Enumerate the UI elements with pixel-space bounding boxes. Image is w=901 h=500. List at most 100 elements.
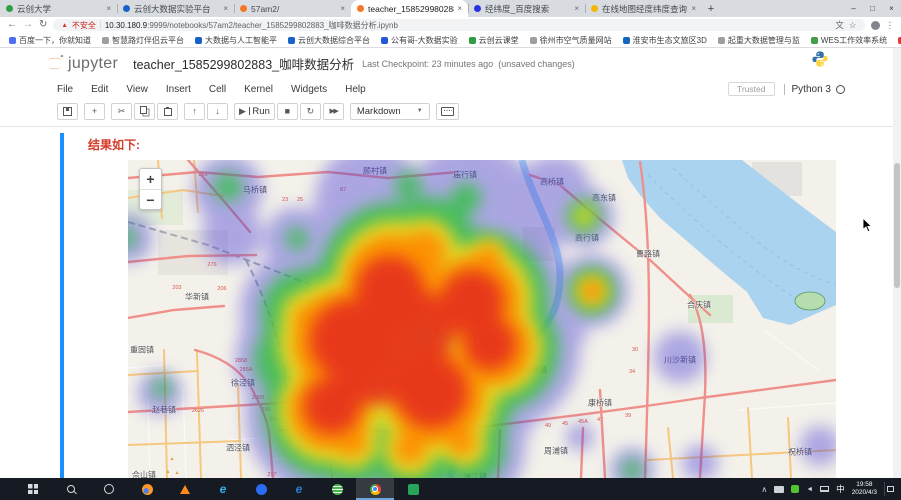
map-road-number: 285A (240, 367, 253, 373)
map-road-number: 39 (625, 413, 631, 419)
heatmap-output[interactable]: 马桥镇顾村镇庙行镇高桥镇高东镇高行镇曹路镇合庆镇华新镇江桥镇重固镇徐泾镇赵巷镇泗… (128, 160, 836, 478)
map-town-label: 康桥镇 (588, 398, 612, 409)
tray-expand-icon[interactable]: ∧ (761, 485, 767, 494)
page-scrollbar[interactable] (893, 48, 901, 478)
bookmark-item[interactable]: 云创云课堂 (469, 35, 519, 46)
menu-cell[interactable]: Cell (209, 84, 226, 95)
menu-help[interactable]: Help (345, 84, 366, 95)
command-palette-button[interactable] (436, 103, 459, 120)
interrupt-kernel-button[interactable]: ■ (277, 103, 298, 120)
touch-keyboard-icon[interactable] (774, 486, 784, 493)
bookmark-item[interactable]: WES工作效率系统 (811, 35, 887, 46)
notebook-menubar: FileEditViewInsertCellKernelWidgetsHelp … (0, 81, 901, 97)
profile-avatar[interactable] (871, 21, 880, 30)
menu-kernel[interactable]: Kernel (244, 84, 273, 95)
mouse-cursor (862, 218, 873, 233)
menu-file[interactable]: File (57, 84, 73, 95)
cortana-button[interactable] (90, 478, 128, 500)
menu-insert[interactable]: Insert (166, 84, 191, 95)
browser-tab[interactable]: 云创大学× (0, 0, 117, 17)
restart-run-all-button[interactable]: ▶▶ (323, 103, 344, 120)
url-input[interactable]: ▲ 不安全 10.30.180.9:9999/notebooks/57am2/t… (53, 19, 864, 31)
map-road-number: 276 (207, 262, 216, 268)
bookmark-item[interactable]: 百度一下，你就知道 (9, 35, 91, 46)
tab-close-icon[interactable]: × (340, 4, 345, 13)
netdisk-button[interactable] (242, 478, 280, 500)
chrome-menu-icon[interactable]: ⋮ (886, 20, 895, 31)
menu-view[interactable]: View (126, 84, 148, 95)
toolbar-separator (0, 126, 893, 127)
menu-edit[interactable]: Edit (91, 84, 108, 95)
bookmark-item[interactable]: 大数据与人工智能平 (195, 35, 277, 46)
bookmark-star-icon[interactable]: ☆ (849, 20, 857, 31)
map-road-number: 293 (269, 417, 278, 423)
ie-button[interactable]: e (204, 478, 242, 500)
scrollbar-thumb[interactable] (894, 163, 900, 288)
vlc-button[interactable] (166, 478, 204, 500)
tab-close-icon[interactable]: × (691, 4, 696, 13)
restart-kernel-button[interactable]: ↻ (300, 103, 321, 120)
browser-tab[interactable]: teacher_1585299802883_咖啡数× (351, 0, 468, 17)
edge-button[interactable]: e (280, 478, 318, 500)
maximize-button[interactable]: □ (863, 0, 882, 17)
close-button[interactable]: × (882, 0, 901, 17)
ie-icon: e (220, 483, 227, 495)
bookmark-label: 淮安市生态文旅区3D (633, 35, 707, 46)
add-cell-button[interactable]: + (84, 103, 105, 120)
map-road-number: 45 (562, 421, 568, 427)
jupyter-wordmark[interactable]: jupyter (68, 55, 118, 73)
cut-cell-button[interactable]: ✂ (111, 103, 132, 120)
tab-favicon (474, 5, 481, 12)
run-cell-button[interactable]: ▶Run (234, 103, 275, 120)
checkpoint-status: Last Checkpoint: 23 minutes ago (unsaved… (362, 59, 575, 69)
new-tab-button[interactable]: + (702, 3, 720, 15)
bookmark-item[interactable]: 智慧路灯伴侣云平台 (102, 35, 184, 46)
tab-close-icon[interactable]: × (106, 4, 111, 13)
bookmark-item[interactable]: 徐州市空气质量网站 (530, 35, 612, 46)
search-button[interactable] (52, 478, 90, 500)
back-icon[interactable]: ← (7, 20, 17, 30)
clock[interactable]: 19:582020/4/3 (852, 481, 877, 497)
forward-icon[interactable]: → (23, 20, 33, 30)
zoom-out-button[interactable]: − (140, 189, 161, 209)
save-button[interactable] (57, 103, 78, 120)
eclipse-button[interactable] (318, 478, 356, 500)
tab-close-icon[interactable]: × (223, 4, 228, 13)
browser-tab[interactable]: 在线地图经度纬度查询 — 经纬× (585, 0, 702, 17)
devtool-button[interactable] (394, 478, 432, 500)
browser-tab[interactable]: 57am2/× (234, 0, 351, 17)
volume-icon[interactable]: ◄ (806, 486, 813, 493)
tab-close-icon[interactable]: × (574, 4, 579, 13)
move-cell-down-button[interactable]: ↓ (207, 103, 228, 120)
trusted-button[interactable]: Trusted (728, 82, 775, 96)
minimize-button[interactable]: – (844, 0, 863, 17)
zoom-in-button[interactable]: + (140, 169, 161, 189)
input-method-indicator[interactable]: 中 (836, 483, 845, 495)
browser-tab[interactable]: 经纬度_百度搜索× (468, 0, 585, 17)
network-icon[interactable] (820, 486, 829, 492)
map-town-label: 周浦镇 (544, 446, 568, 457)
tab-close-icon[interactable]: × (457, 4, 462, 13)
reload-icon[interactable]: ↻ (39, 20, 47, 30)
menu-widgets[interactable]: Widgets (291, 84, 327, 95)
bookmark-item[interactable]: 淮安市生态文旅区3D (623, 35, 707, 46)
url-text: 10.30.180.9:9999/notebooks/57am2/teacher… (105, 20, 398, 31)
firefox-button[interactable] (128, 478, 166, 500)
browser-tab[interactable]: 云创大数据实验平台× (117, 0, 234, 17)
notebook-title[interactable]: teacher_1585299802883_咖啡数据分析 (133, 54, 354, 73)
copy-cell-button[interactable] (134, 103, 155, 120)
bookmark-item[interactable]: 起重大数据管理与监 (718, 35, 800, 46)
cell-type-select[interactable]: Markdown▼ (350, 103, 430, 120)
move-cell-up-button[interactable]: ↑ (184, 103, 205, 120)
selected-cell-indicator[interactable] (60, 133, 64, 478)
paste-cell-button[interactable] (157, 103, 178, 120)
start-button[interactable] (14, 478, 52, 500)
notebook-toolbar: + ✂ ↑ ↓ ▶Run ■ ↻ ▶▶ Markdown▼ (57, 101, 459, 121)
tray-app-icon[interactable] (791, 485, 799, 493)
chrome-button[interactable] (356, 478, 394, 500)
bookmark-item[interactable]: 公有哥-大数据实验 (381, 35, 458, 46)
map-town-label: 马桥镇 (243, 185, 267, 196)
translate-icon[interactable]: 文 (835, 19, 844, 31)
action-center-icon[interactable] (884, 482, 896, 496)
bookmark-item[interactable]: 云创大数据综合平台 (288, 35, 370, 46)
